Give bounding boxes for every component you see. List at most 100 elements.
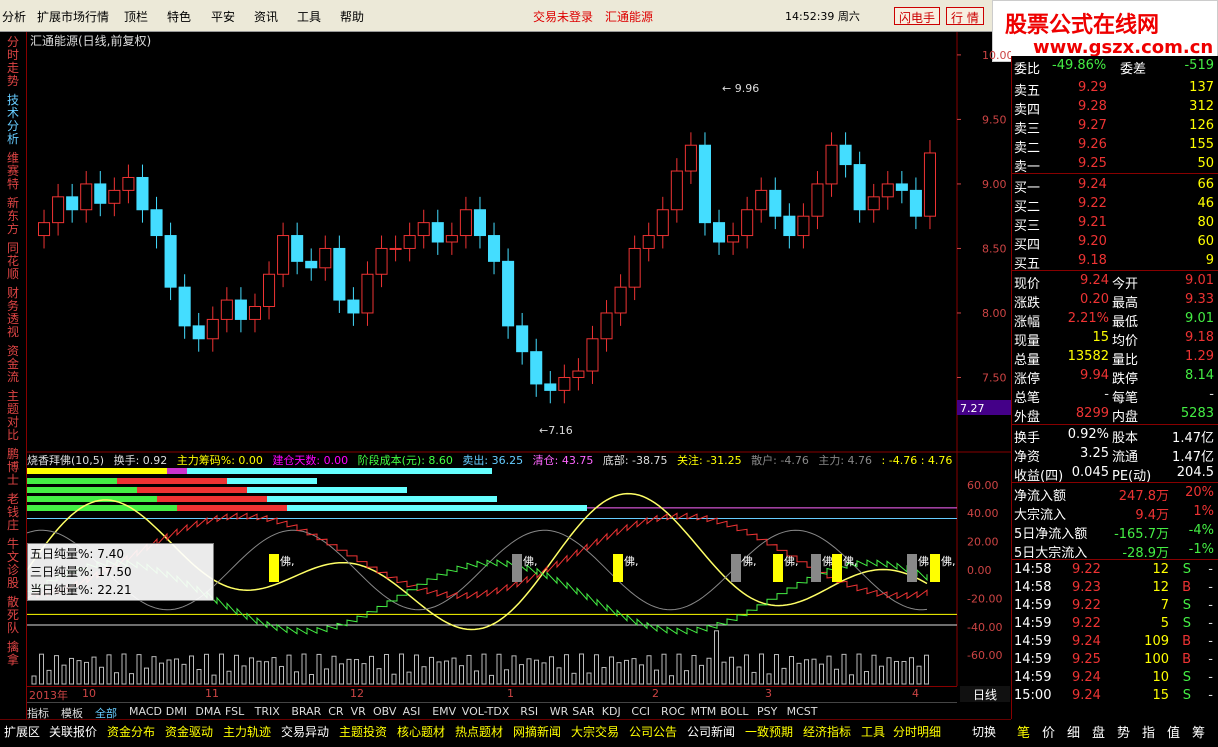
indicator-tab[interactable]: CR (328, 705, 343, 718)
candle[interactable] (277, 222, 290, 288)
sidebar-item[interactable]: 新东方 (6, 197, 20, 236)
candle[interactable] (80, 171, 93, 223)
candle[interactable] (923, 140, 936, 230)
candle[interactable] (192, 312, 205, 352)
right-tab[interactable]: 筹 (1192, 722, 1205, 741)
right-tab[interactable]: 价 (1042, 722, 1055, 741)
candle[interactable] (684, 132, 697, 184)
candle[interactable] (375, 235, 388, 288)
sidebar-item[interactable]: 维赛特 (6, 152, 20, 191)
indicator-tab[interactable]: DMA (195, 705, 221, 718)
candle[interactable] (234, 287, 247, 333)
candle[interactable] (122, 164, 135, 204)
bottom-tab[interactable]: 一致预期 (745, 723, 793, 740)
candle[interactable] (94, 171, 107, 217)
candle[interactable] (178, 274, 191, 339)
bottom-tab[interactable]: 工具 (861, 723, 885, 740)
candle[interactable] (909, 177, 922, 230)
right-tab[interactable]: 细 (1067, 722, 1080, 741)
candle[interactable] (586, 325, 599, 384)
candle[interactable] (558, 364, 571, 404)
candle[interactable] (741, 196, 754, 249)
bottom-tab[interactable]: 主题投资 (339, 723, 387, 740)
indicator-tab[interactable]: SAR (572, 705, 594, 718)
candle[interactable] (544, 371, 557, 404)
sidebar-item[interactable]: 鹏博士 (6, 448, 20, 487)
indicator-tab[interactable]: BRAR (291, 705, 321, 718)
candle[interactable] (333, 235, 346, 313)
sidebar-item[interactable]: 老钱庄 (6, 493, 20, 532)
candle[interactable] (797, 203, 810, 249)
bottom-tab[interactable]: 分时明细 (893, 723, 941, 740)
indicator-tab[interactable]: BOLL (720, 705, 748, 718)
menu-news[interactable]: 资讯 (254, 8, 278, 25)
menu-ext-market[interactable]: 扩展市场行情 (37, 8, 109, 25)
candle[interactable] (431, 209, 444, 255)
candle[interactable] (713, 209, 726, 255)
menu-special[interactable]: 特色 (167, 8, 191, 25)
candle[interactable] (206, 306, 219, 352)
candle[interactable] (600, 300, 613, 352)
menu-help[interactable]: 帮助 (340, 8, 364, 25)
candle[interactable] (136, 164, 149, 223)
candle[interactable] (572, 358, 585, 391)
candle[interactable] (628, 235, 641, 301)
candle[interactable] (347, 287, 360, 326)
indicator-tab[interactable]: KDJ (602, 705, 621, 718)
candle[interactable] (389, 235, 402, 262)
quote-button[interactable]: 行 情 (946, 7, 984, 25)
candle[interactable] (783, 203, 796, 249)
candle[interactable] (755, 177, 768, 223)
bottom-tab[interactable]: 主力轨迹 (223, 723, 271, 740)
indicator-tab[interactable]: WR (550, 705, 569, 718)
bottom-tab[interactable]: 关联报价 (49, 723, 97, 740)
indicator-tab[interactable]: ASI (403, 705, 421, 718)
indicator-tab[interactable]: MACD (129, 705, 162, 718)
candle[interactable] (516, 312, 529, 365)
candle[interactable] (445, 222, 458, 255)
menu-tools[interactable]: 工具 (297, 8, 321, 25)
candle[interactable] (263, 261, 276, 320)
bottom-tab[interactable]: 公司公告 (629, 723, 677, 740)
candle[interactable] (305, 248, 318, 281)
candle[interactable] (291, 222, 304, 275)
bottom-tab[interactable]: 扩展区 (4, 723, 40, 740)
candle[interactable] (488, 222, 501, 275)
candle[interactable] (459, 196, 472, 249)
candle[interactable] (417, 209, 430, 249)
indicator-tab[interactable]: ROC (661, 705, 685, 718)
sidebar-item[interactable]: 财务透视 (6, 287, 20, 339)
sidebar-item[interactable]: 主题对比 (6, 390, 20, 442)
candle[interactable] (727, 222, 740, 255)
bottom-tab[interactable]: 经济指标 (803, 723, 851, 740)
login-status[interactable]: 交易未登录 (533, 8, 593, 25)
bottom-tab[interactable]: 切换 (972, 723, 996, 740)
indicator-tab[interactable]: VR (351, 705, 366, 718)
candle[interactable] (895, 171, 908, 204)
menu-pingan[interactable]: 平安 (211, 8, 235, 25)
candle[interactable] (881, 171, 894, 210)
indicator-tab[interactable]: VOL-TDX (462, 705, 510, 718)
indicator-tab[interactable]: RSI (520, 705, 538, 718)
candle[interactable] (319, 235, 332, 281)
candle[interactable] (108, 177, 121, 217)
candle[interactable] (38, 209, 51, 249)
indicator-tab[interactable]: PSY (757, 705, 777, 718)
candle[interactable] (769, 177, 782, 230)
menu-analysis[interactable]: 分析 (2, 8, 26, 25)
candle[interactable] (502, 248, 515, 339)
sidebar-item[interactable]: 分时走势 (6, 36, 20, 88)
flash-button[interactable]: 闪电手 (894, 7, 941, 25)
bottom-tab[interactable]: 资金分布 (107, 723, 155, 740)
indicator-tab[interactable]: DMI (166, 705, 187, 718)
indicator-tab[interactable]: OBV (373, 705, 396, 718)
right-tab[interactable]: 指 (1142, 722, 1155, 741)
right-tab[interactable]: 势 (1117, 722, 1130, 741)
bottom-tab[interactable]: 网摘新闻 (513, 723, 561, 740)
candle[interactable] (670, 158, 683, 223)
sidebar-item[interactable]: 牛文诊股 (6, 538, 20, 590)
candle[interactable] (530, 338, 543, 397)
candle[interactable] (473, 196, 486, 249)
candle[interactable] (248, 293, 261, 333)
indicator-name[interactable]: 烧香拜佛(10,5) (27, 454, 104, 466)
